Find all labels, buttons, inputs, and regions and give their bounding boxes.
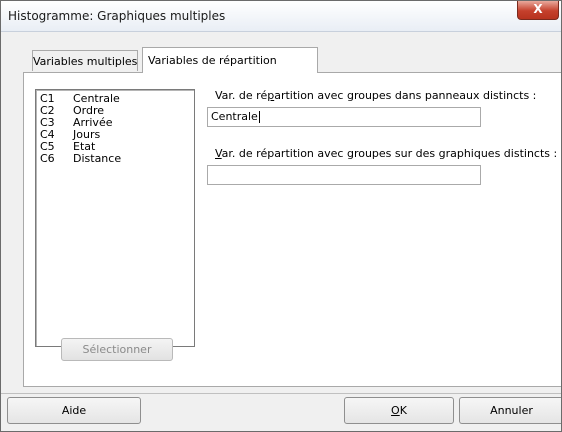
title-bar[interactable]: Histogramme: Graphiques multiples X	[1, 1, 561, 32]
panels-field-label: Var. de répartition avec groupes dans pa…	[215, 89, 536, 102]
variable-name: Distance	[73, 152, 122, 165]
tab-variables-multiples[interactable]: Variables multiples	[32, 50, 138, 71]
variable-list[interactable]: C1 Centrale C2 Ordre C3 Arrivée C4 Jours C5 E…	[35, 89, 195, 347]
select-button[interactable]: Sélectionner	[61, 338, 173, 361]
close-button[interactable]: X	[517, 1, 559, 20]
dialog-window: Histogramme: Graphiques multiples X Vari…	[0, 0, 562, 432]
variable-column-id: C6	[40, 152, 55, 165]
ok-button[interactable]: OK	[344, 397, 454, 424]
close-icon: X	[533, 2, 543, 16]
label-text: Var. de ré	[215, 89, 268, 102]
text-caret	[258, 111, 260, 123]
graphs-variable-input[interactable]	[207, 165, 481, 185]
cancel-button[interactable]: Annuler	[459, 397, 561, 424]
graphs-field-label: Var. de répartition avec groupes sur des…	[215, 147, 557, 160]
divider	[1, 393, 561, 394]
window-title: Histogramme: Graphiques multiples	[8, 9, 226, 23]
label-text: artition avec groupes dans panneaux dist…	[274, 89, 537, 102]
button-label: K	[399, 404, 407, 417]
help-button[interactable]: Aide	[7, 397, 141, 424]
label-text: ar. de répartition avec groupes sur des …	[221, 147, 558, 160]
accelerator-key: O	[391, 404, 400, 417]
accelerator-key: V	[215, 147, 222, 160]
panels-variable-input[interactable]: Centrale	[207, 107, 481, 127]
input-value: Centrale	[211, 110, 258, 123]
tab-variables-repartition[interactable]: Variables de répartition	[142, 47, 318, 73]
